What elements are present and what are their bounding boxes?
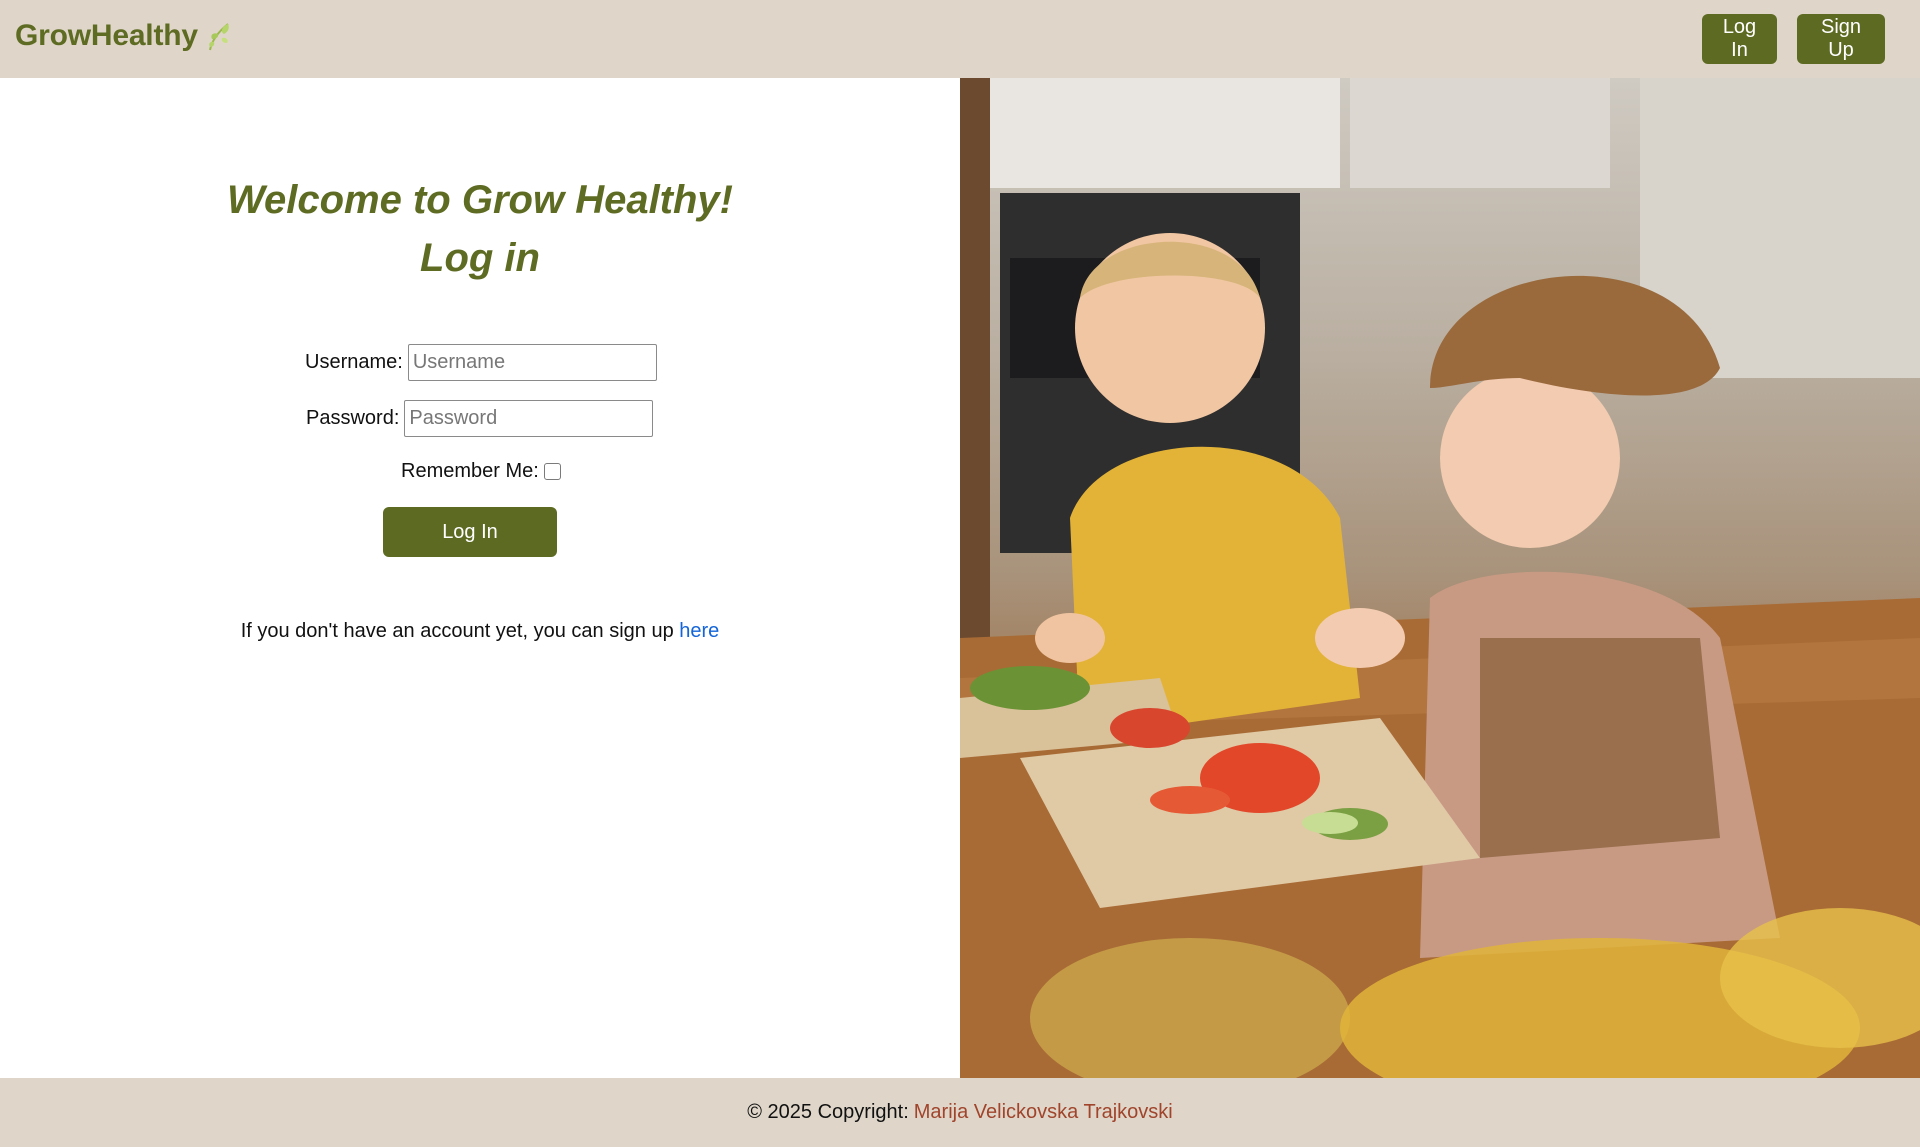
signup-prompt: If you don't have an account yet, you ca…: [0, 620, 960, 643]
username-label: Username:: [305, 351, 403, 373]
login-heading: Log in: [420, 236, 540, 280]
copyright-text: © 2025 Copyright:: [747, 1101, 909, 1123]
top-navbar: GrowHealthy Log In Sign Up: [0, 0, 1920, 78]
hero-photo: [960, 78, 1920, 1078]
kids-cooking-illustration: [960, 78, 1920, 1078]
page-footer: © 2025 Copyright: Marija Velickovska Tra…: [0, 1078, 1920, 1147]
author-name: Marija Velickovska Trajkovski: [913, 1101, 1173, 1123]
remember-me-label: Remember Me:: [401, 460, 539, 482]
remember-me-row: Remember Me:: [401, 460, 561, 483]
header-login-button[interactable]: Log In: [1702, 14, 1777, 64]
signup-prompt-text: If you don't have an account yet, you ca…: [240, 620, 674, 642]
welcome-title: Welcome to Grow Healthy!: [226, 178, 733, 222]
password-label: Password:: [306, 407, 400, 429]
remember-me-checkbox[interactable]: [543, 463, 561, 480]
login-submit-button[interactable]: Log In: [383, 507, 557, 557]
password-input[interactable]: [404, 400, 654, 437]
header-signup-button[interactable]: Sign Up: [1797, 14, 1885, 64]
username-row: Username:: [305, 344, 657, 381]
username-input[interactable]: [407, 344, 657, 381]
brand-logo[interactable]: GrowHealthy: [15, 19, 234, 53]
leaf-icon: [204, 20, 234, 52]
signup-here-link[interactable]: here: [679, 620, 719, 642]
login-panel: Welcome to Grow Healthy! Log in Username…: [0, 78, 960, 1078]
brand-name[interactable]: GrowHealthy: [15, 19, 198, 53]
password-row: Password:: [306, 400, 654, 437]
